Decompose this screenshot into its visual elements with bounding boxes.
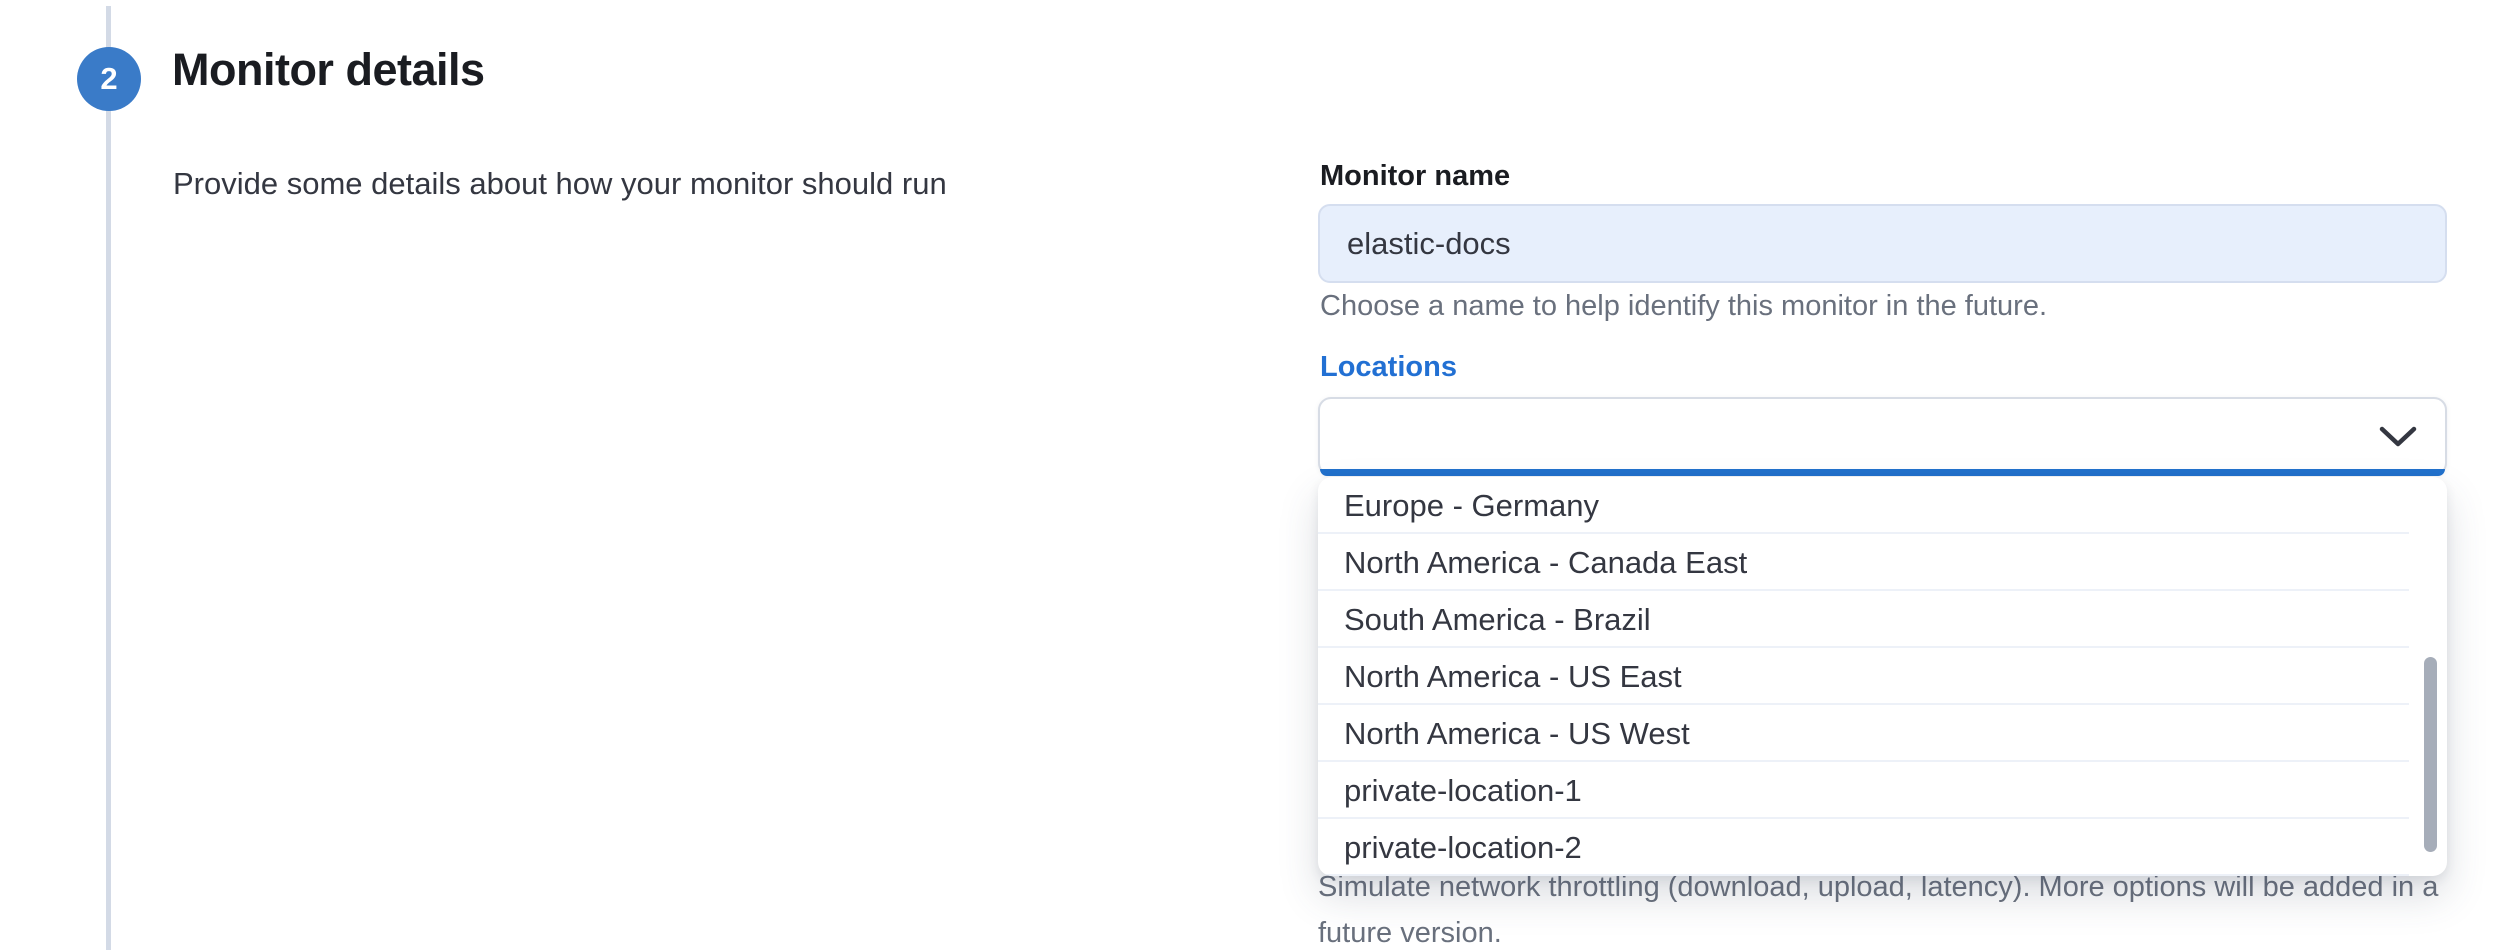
locations-combobox[interactable] [1318, 397, 2447, 476]
step-number-badge: 2 [77, 47, 141, 111]
locations-label: Locations [1320, 351, 1457, 384]
throttling-help-text: Simulate network throttling (download, u… [1318, 864, 2478, 950]
location-option[interactable]: Europe - Germany [1318, 477, 2447, 534]
location-option[interactable]: private-location-1 [1318, 762, 2447, 819]
chevron-down-icon[interactable] [2379, 426, 2417, 448]
location-option[interactable]: South America - Brazil [1318, 591, 2447, 648]
monitor-name-help-text: Choose a name to help identify this moni… [1320, 290, 2047, 323]
monitor-details-step-screen: 2 Monitor details Provide some details a… [0, 0, 2520, 950]
monitor-name-label: Monitor name [1320, 160, 1510, 193]
location-option[interactable]: North America - Canada East [1318, 534, 2447, 591]
location-option[interactable]: North America - US East [1318, 648, 2447, 705]
dropdown-scrollbar[interactable] [2424, 657, 2437, 852]
focus-indicator [1320, 469, 2445, 476]
step-connector-line [106, 6, 111, 950]
page-title: Monitor details [172, 44, 485, 96]
location-option[interactable]: private-location-2 [1318, 819, 2447, 876]
monitor-name-input[interactable] [1318, 204, 2447, 283]
step-number: 2 [100, 61, 117, 97]
location-option[interactable]: North America - US West [1318, 705, 2447, 762]
locations-dropdown: Europe - Germany North America - Canada … [1318, 477, 2447, 876]
step-description: Provide some details about how your moni… [173, 166, 947, 202]
